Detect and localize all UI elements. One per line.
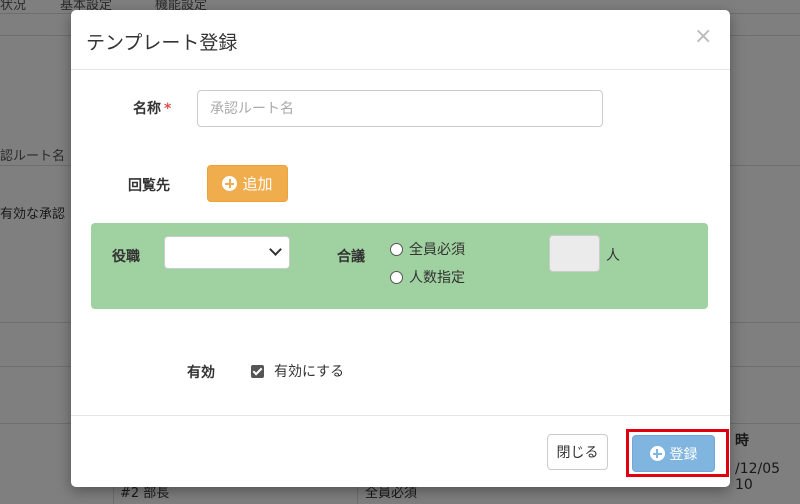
role-select[interactable] <box>164 236 290 269</box>
count-unit: 人 <box>606 248 620 264</box>
plus-circle-icon <box>649 446 665 461</box>
name-label: 名称 * <box>133 98 171 118</box>
enabled-checkbox[interactable] <box>251 365 264 378</box>
close-button[interactable]: 閉じる <box>547 434 608 470</box>
dialog-footer: 閉じる 登録 <box>71 415 730 487</box>
radio-label: 人数指定 <box>409 270 465 286</box>
agreement-label: 合議 <box>337 249 365 265</box>
required-mark: * <box>164 101 172 117</box>
role-label: 役職 <box>112 249 140 265</box>
radio-button[interactable] <box>390 270 403 284</box>
radio-label: 全員必須 <box>409 242 465 258</box>
radio-button[interactable] <box>390 242 403 256</box>
enabled-checkbox-label[interactable]: 有効にする <box>274 361 344 381</box>
register-button-label: 登録 <box>669 446 698 463</box>
add-button-label: 追加 <box>242 175 273 193</box>
radio-count-specified[interactable]: 人数指定 <box>390 267 465 287</box>
circulation-label: 回覧先 <box>128 178 170 194</box>
dialog-title: テンプレート登録 <box>86 32 238 54</box>
chevron-down-icon <box>269 243 282 256</box>
add-button[interactable]: 追加 <box>207 165 288 202</box>
count-input[interactable] <box>549 235 600 272</box>
template-register-dialog: テンプレート登録 × 名称* 回覧先 追加 役職 合議 全員必須 人数指定 人 … <box>71 10 730 487</box>
enabled-label: 有効 <box>187 365 215 381</box>
close-icon[interactable]: × <box>694 24 712 49</box>
name-label-text: 名称 <box>133 101 161 117</box>
register-button[interactable]: 登録 <box>632 435 715 472</box>
radio-all-required[interactable]: 全員必須 <box>390 239 465 259</box>
approver-panel: 役職 合議 全員必須 人数指定 人 <box>91 223 708 309</box>
plus-circle-icon <box>222 176 238 191</box>
dialog-header: テンプレート登録 × <box>71 10 730 70</box>
name-input[interactable] <box>197 90 603 127</box>
